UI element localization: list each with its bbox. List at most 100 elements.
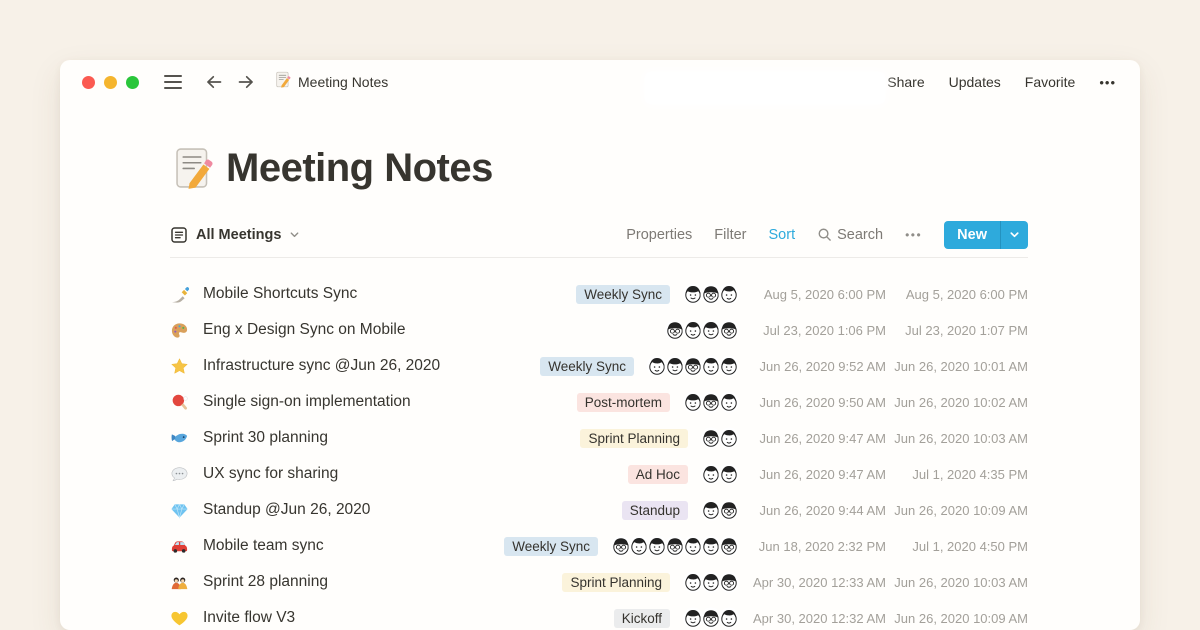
search-icon	[817, 227, 832, 242]
created-date: Aug 5, 2020 6:00 PM	[740, 287, 886, 302]
fish-emoji	[170, 429, 190, 448]
app-window: Meeting Notes Share Updates Favorite •••…	[60, 60, 1140, 630]
row-title: Eng x Design Sync on Mobile	[203, 321, 405, 339]
row-title: Infrastructure sync @Jun 26, 2020	[203, 357, 440, 375]
row-title: Mobile team sync	[203, 537, 324, 555]
row-title: Mobile Shortcuts Sync	[203, 285, 357, 303]
avatar-group	[664, 319, 740, 341]
yellow-heart-emoji	[170, 609, 190, 628]
search-button[interactable]: Search	[817, 227, 883, 243]
tag-badge: Sprint Planning	[580, 429, 688, 448]
row-title: Sprint 28 planning	[203, 573, 328, 591]
avatar	[718, 571, 740, 593]
row-title: Standup @Jun 26, 2020	[203, 501, 370, 519]
chevron-down-icon	[1009, 229, 1020, 240]
edited-date: Jun 26, 2020 10:09 AM	[886, 503, 1028, 518]
chevron-down-icon	[289, 229, 300, 240]
forward-arrow-icon[interactable]	[236, 72, 256, 92]
created-date: Jun 26, 2020 9:44 AM	[740, 503, 886, 518]
paintbrush-emoji	[170, 285, 190, 304]
updates-button[interactable]: Updates	[949, 74, 1001, 90]
avatar	[718, 355, 740, 377]
table-row[interactable]: Mobile Shortcuts Sync Weekly Sync Aug 5,…	[170, 276, 1028, 312]
avatar	[718, 283, 740, 305]
table-row[interactable]: Infrastructure sync @Jun 26, 2020 Weekly…	[170, 348, 1028, 384]
avatar-group	[682, 283, 740, 305]
avatar-group	[700, 499, 740, 521]
tag-badge: Ad Hoc	[628, 465, 688, 484]
highlight-artifact	[645, 72, 885, 104]
table-row[interactable]: Standup @Jun 26, 2020 Standup Jun 26, 20…	[170, 492, 1028, 528]
table-row[interactable]: Single sign-on implementation Post-morte…	[170, 384, 1028, 420]
edited-date: Jun 26, 2020 10:01 AM	[886, 359, 1028, 374]
edited-date: Jun 26, 2020 10:03 AM	[886, 431, 1028, 446]
page-tab[interactable]: Meeting Notes	[274, 71, 388, 93]
new-dropdown-button[interactable]	[1000, 221, 1028, 249]
row-title: Invite flow V3	[203, 609, 295, 627]
properties-button[interactable]: Properties	[626, 227, 692, 243]
table-row[interactable]: Invite flow V3 Kickoff Apr 30, 2020 12:3…	[170, 600, 1028, 630]
tag-badge: Weekly Sync	[576, 285, 670, 304]
row-title: UX sync for sharing	[203, 465, 338, 483]
more-options-icon[interactable]: •••	[1099, 75, 1116, 90]
avatar-group	[682, 607, 740, 629]
sort-button[interactable]: Sort	[769, 227, 796, 243]
close-button[interactable]	[82, 76, 95, 89]
created-date: Jun 26, 2020 9:47 AM	[740, 431, 886, 446]
table-row[interactable]: Mobile team sync Weekly Sync Jun 18, 202…	[170, 528, 1028, 564]
page-content: Meeting Notes All Meetings Properties Fi…	[60, 140, 1140, 630]
avatar-group	[682, 571, 740, 593]
avatar	[718, 607, 740, 629]
memo-icon	[170, 146, 214, 190]
created-date: Jun 26, 2020 9:50 AM	[740, 395, 886, 410]
edited-date: Jul 1, 2020 4:35 PM	[886, 467, 1028, 482]
avatar-group	[700, 463, 740, 485]
row-title: Single sign-on implementation	[203, 393, 411, 411]
memo-icon	[274, 71, 291, 93]
table-row[interactable]: Eng x Design Sync on Mobile Jul 23, 2020…	[170, 312, 1028, 348]
new-button[interactable]: New	[944, 221, 1000, 249]
created-date: Apr 30, 2020 12:33 AM	[740, 575, 886, 590]
tag-badge: Post-mortem	[577, 393, 670, 412]
avatar-group	[610, 535, 740, 557]
avatar-group	[700, 427, 740, 449]
avatar	[718, 499, 740, 521]
created-date: Jun 26, 2020 9:52 AM	[740, 359, 886, 374]
palette-emoji	[170, 321, 190, 340]
minimize-button[interactable]	[104, 76, 117, 89]
toolbar-more-icon[interactable]: •••	[905, 228, 922, 242]
edited-date: Jun 26, 2020 10:09 AM	[886, 611, 1028, 626]
view-switcher[interactable]: All Meetings	[170, 226, 300, 244]
row-title: Sprint 30 planning	[203, 429, 328, 447]
tag-badge: Kickoff	[614, 609, 670, 628]
filter-button[interactable]: Filter	[714, 227, 746, 243]
avatar	[718, 427, 740, 449]
avatar	[718, 535, 740, 557]
database-toolbar: All Meetings Properties Filter Sort Sear…	[170, 212, 1028, 258]
new-button-group: New	[944, 221, 1028, 249]
avatar	[718, 319, 740, 341]
created-date: Jun 26, 2020 9:47 AM	[740, 467, 886, 482]
tag-badge: Standup	[622, 501, 688, 520]
avatar	[718, 463, 740, 485]
tag-badge: Weekly Sync	[504, 537, 598, 556]
edited-date: Jun 26, 2020 10:02 AM	[886, 395, 1028, 410]
table-view-icon	[170, 226, 188, 244]
window-titlebar: Meeting Notes Share Updates Favorite •••	[60, 60, 1140, 104]
favorite-button[interactable]: Favorite	[1025, 74, 1076, 90]
edited-date: Jun 26, 2020 10:03 AM	[886, 575, 1028, 590]
zoom-button[interactable]	[126, 76, 139, 89]
gem-emoji	[170, 501, 190, 520]
created-date: Apr 30, 2020 12:32 AM	[740, 611, 886, 626]
sidebar-menu-icon[interactable]	[164, 75, 182, 89]
page-title: Meeting Notes	[226, 146, 493, 191]
table-row[interactable]: Sprint 28 planning Sprint Planning Apr 3…	[170, 564, 1028, 600]
back-arrow-icon[interactable]	[204, 72, 224, 92]
table-row[interactable]: UX sync for sharing Ad Hoc Jun 26, 2020 …	[170, 456, 1028, 492]
share-button[interactable]: Share	[887, 74, 924, 90]
car-emoji	[170, 537, 190, 556]
view-name: All Meetings	[196, 227, 281, 243]
table-row[interactable]: Sprint 30 planning Sprint Planning Jun 2…	[170, 420, 1028, 456]
speech-balloon-emoji	[170, 465, 190, 484]
edited-date: Jul 23, 2020 1:07 PM	[886, 323, 1028, 338]
